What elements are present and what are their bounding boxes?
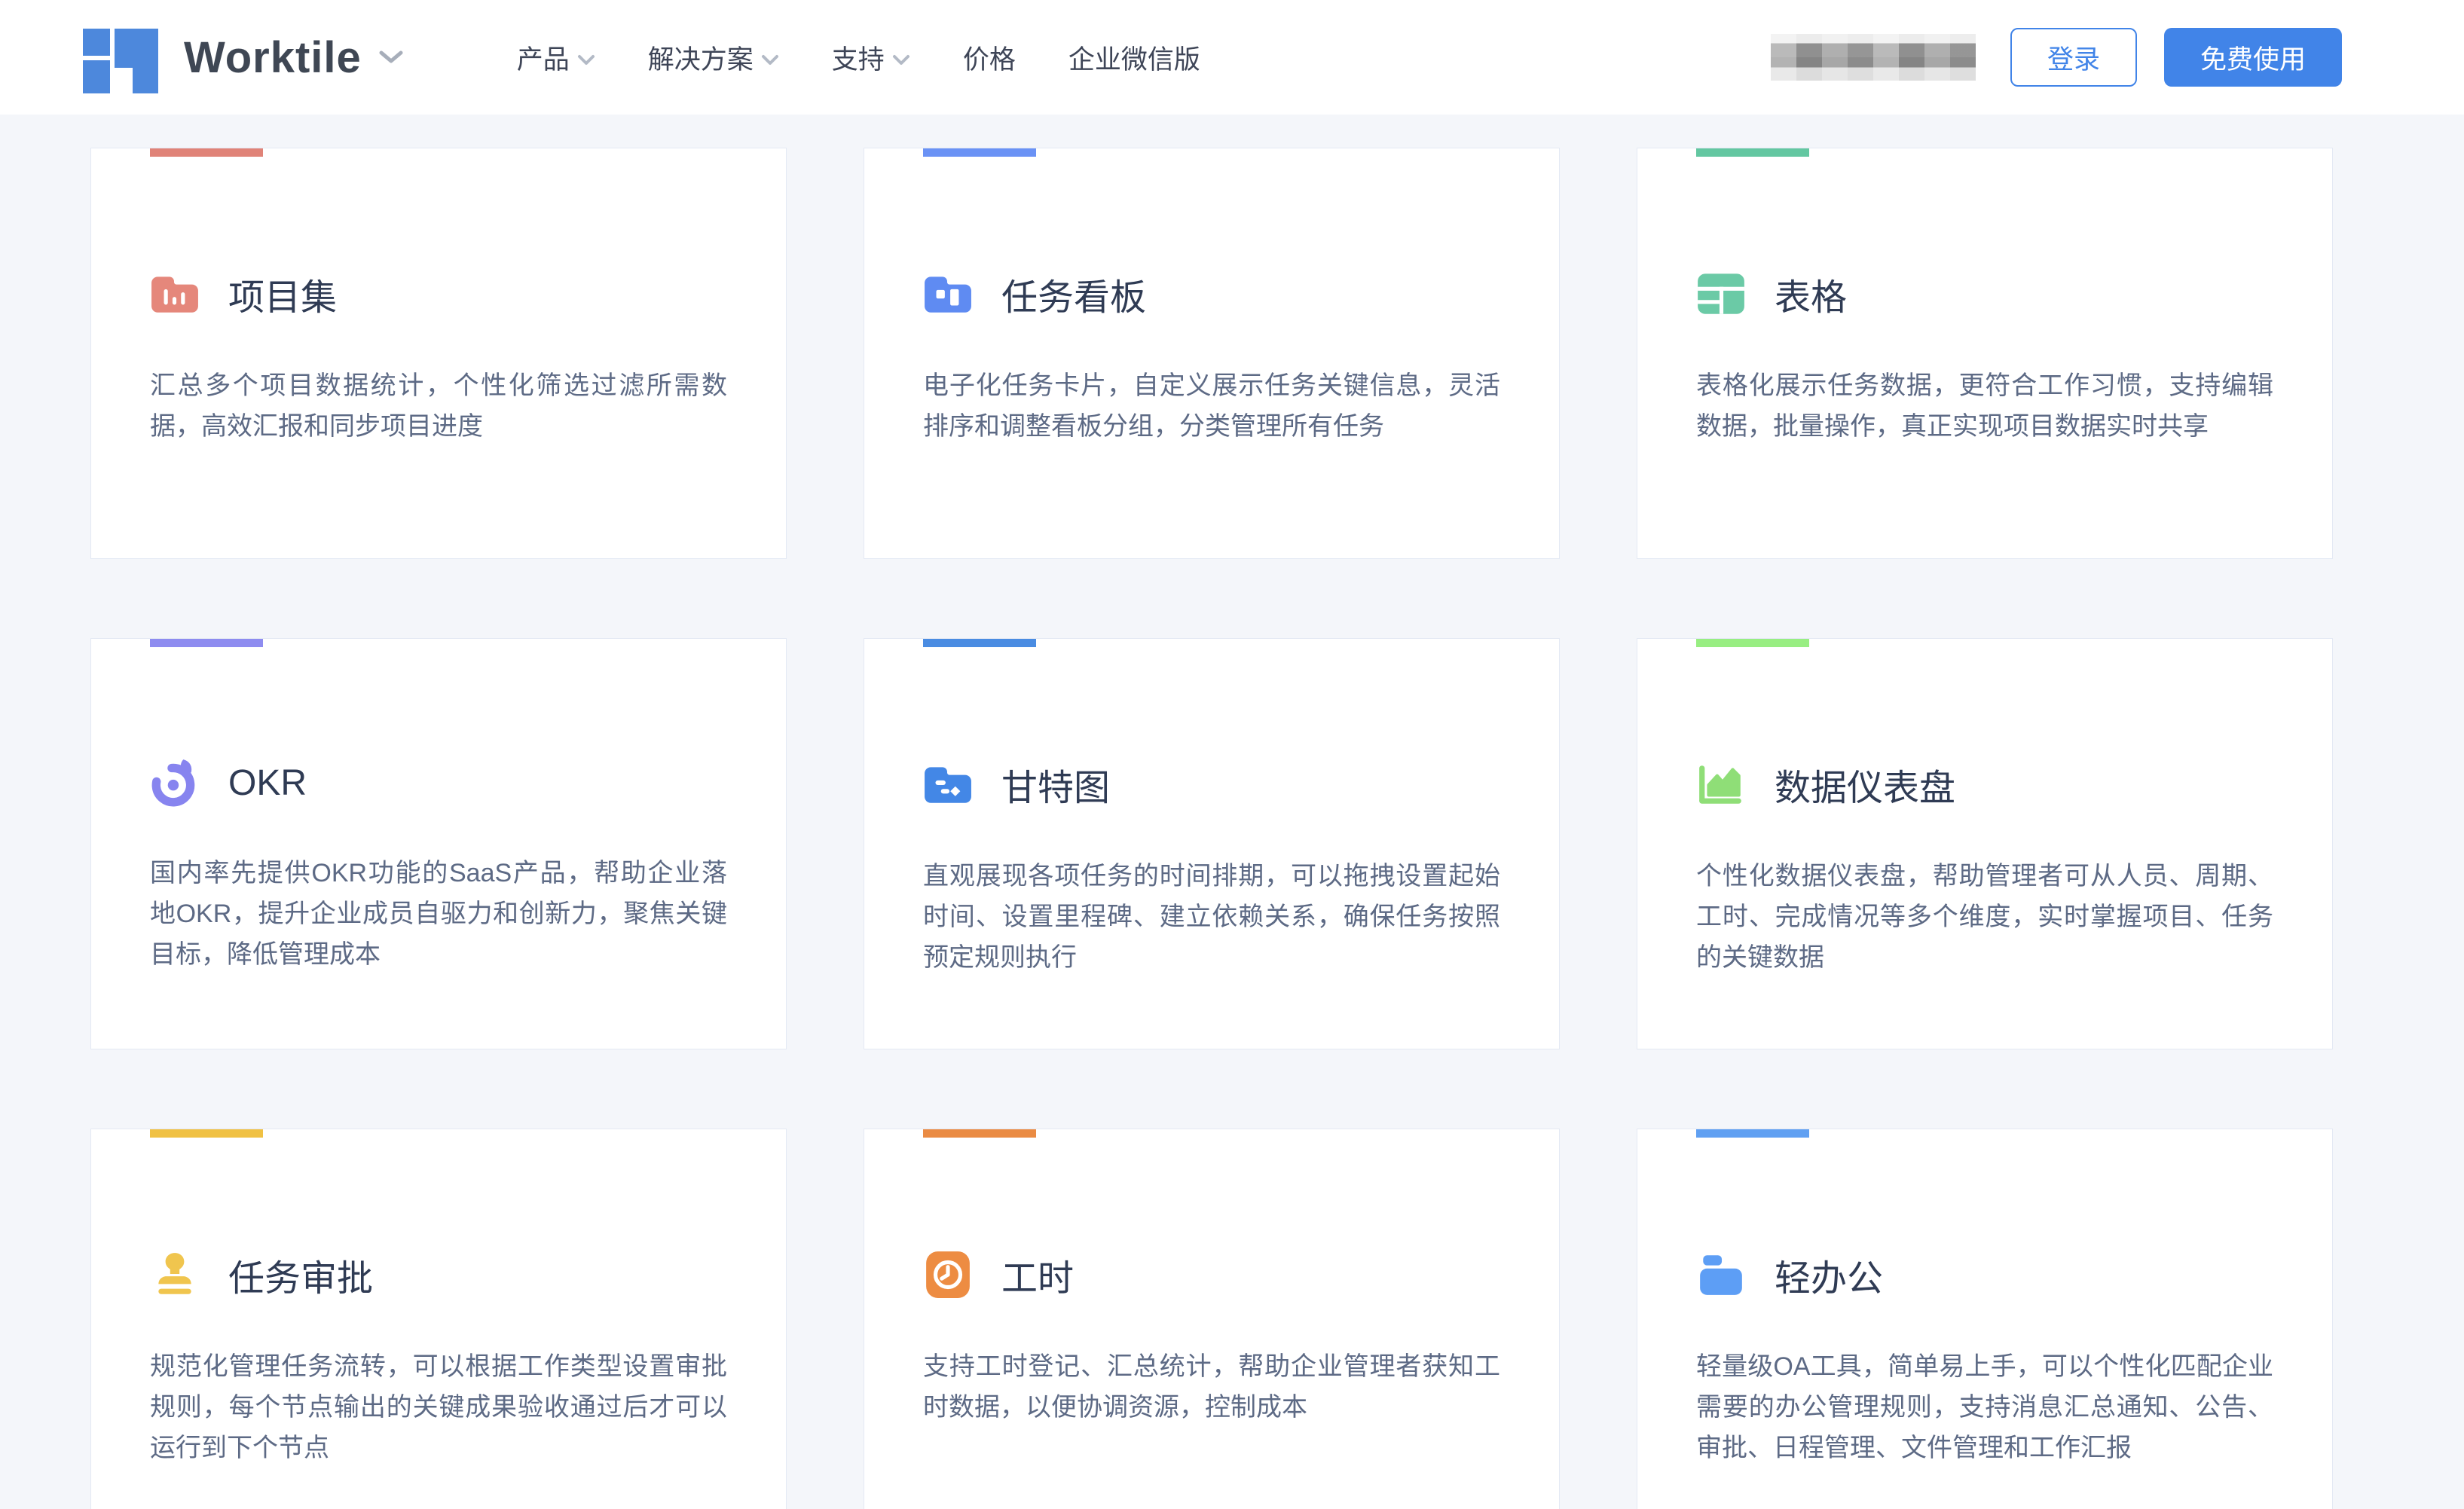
- card-title: 任务看板: [1001, 267, 1146, 320]
- card-title: 数据仪表盘: [1775, 758, 1955, 811]
- nav-item-pricing[interactable]: 价格: [963, 38, 1016, 77]
- folder-chart-icon: [150, 269, 200, 319]
- card-accent-bar: [923, 1129, 1036, 1138]
- main-nav: 产品 解决方案 支持 价格 企业微信版: [517, 38, 1200, 77]
- feature-card-light-office[interactable]: 轻办公 轻量级OA工具，简单易上手，可以个性化匹配企业需要的办公管理规则，支持消…: [1637, 1129, 2333, 1509]
- card-accent-bar: [150, 1129, 263, 1138]
- nav-item-wechat-work[interactable]: 企业微信版: [1068, 38, 1200, 77]
- card-accent-bar: [923, 148, 1036, 157]
- navbar: Worktile 产品 解决方案 支持 价格 企业微信版 登录 免费使用: [0, 0, 2464, 115]
- folder-gantt-icon: [923, 759, 973, 809]
- feature-card-timesheet[interactable]: 工时 支持工时登记、汇总统计，帮助企业管理者获知工时数据，以便协调资源，控制成本: [864, 1129, 1560, 1509]
- feature-card-project-set[interactable]: 项目集 汇总多个项目数据统计，个性化筛选过滤所需数据，高效汇报和同步项目进度: [90, 148, 787, 559]
- card-description: 个性化数据仪表盘，帮助管理者可从人员、周期、工时、完成情况等多个维度，实时掌握项…: [1696, 856, 2273, 978]
- card-description: 轻量级OA工具，简单易上手，可以个性化匹配企业需要的办公管理规则，支持消息汇总通…: [1696, 1346, 2273, 1468]
- nav-item-support[interactable]: 支持: [832, 38, 910, 77]
- card-description: 表格化展示任务数据，更符合工作习惯，支持编辑数据，批量操作，真正实现项目数据实时…: [1696, 365, 2273, 447]
- feature-grid: 项目集 汇总多个项目数据统计，个性化筛选过滤所需数据，高效汇报和同步项目进度 任…: [90, 148, 2464, 1509]
- nav-item-products[interactable]: 产品: [517, 38, 595, 77]
- feature-card-table[interactable]: 表格 表格化展示任务数据，更符合工作习惯，支持编辑数据，批量操作，真正实现项目数…: [1637, 148, 2333, 559]
- card-title: 甘特图: [1001, 758, 1110, 811]
- card-description: 汇总多个项目数据统计，个性化筛选过滤所需数据，高效汇报和同步项目进度: [150, 365, 727, 447]
- card-title: 任务审批: [228, 1248, 373, 1301]
- feature-card-approval[interactable]: 任务审批 规范化管理任务流转，可以根据工作类型设置审批规则，每个节点输出的关键成…: [90, 1129, 787, 1509]
- card-accent-bar: [1696, 639, 1809, 647]
- free-signup-button[interactable]: 免费使用: [2164, 28, 2342, 87]
- navbar-right: 登录 免费使用: [1771, 28, 2342, 87]
- worktile-logo-text: Worktile: [184, 32, 362, 83]
- chevron-down-icon: [892, 42, 910, 72]
- worktile-logo-icon: [83, 20, 158, 95]
- card-description: 支持工时登记、汇总统计，帮助企业管理者获知工时数据，以便协调资源，控制成本: [923, 1346, 1500, 1428]
- login-button[interactable]: 登录: [2010, 28, 2137, 87]
- card-title: 项目集: [228, 267, 337, 320]
- folder-kanban-icon: [923, 269, 973, 319]
- card-title: 表格: [1775, 267, 1847, 320]
- folder-office-icon: [1696, 1250, 1746, 1300]
- card-accent-bar: [1696, 148, 1809, 157]
- stamp-icon: [150, 1250, 200, 1300]
- worktile-logo[interactable]: Worktile: [83, 20, 404, 95]
- feature-card-gantt[interactable]: 甘特图 直观展现各项任务的时间排期，可以拖拽设置起始时间、设置里程碑、建立依赖关…: [864, 638, 1560, 1049]
- clock-icon: [923, 1250, 973, 1300]
- card-description: 直观展现各项任务的时间排期，可以拖拽设置起始时间、设置里程碑、建立依赖关系，确保…: [923, 856, 1500, 978]
- nav-item-solutions[interactable]: 解决方案: [648, 38, 779, 77]
- card-description: 规范化管理任务流转，可以根据工作类型设置审批规则，每个节点输出的关键成果验收通过…: [150, 1346, 727, 1468]
- chevron-down-icon: [761, 42, 779, 72]
- card-title: OKR: [228, 762, 307, 804]
- card-title: 工时: [1001, 1248, 1074, 1301]
- chevron-down-icon: [577, 42, 595, 72]
- card-description: 国内率先提供OKR功能的SaaS产品，帮助企业落地OKR，提升企业成员自驱力和创…: [150, 853, 727, 975]
- chevron-down-icon: [378, 50, 404, 65]
- okr-target-icon: [150, 758, 200, 808]
- feature-card-dashboard[interactable]: 数据仪表盘 个性化数据仪表盘，帮助管理者可从人员、周期、工时、完成情况等多个维度…: [1637, 638, 2333, 1049]
- censored-phone-number: [1771, 34, 1976, 81]
- feature-card-okr[interactable]: OKR 国内率先提供OKR功能的SaaS产品，帮助企业落地OKR，提升企业成员自…: [90, 638, 787, 1049]
- feature-card-kanban[interactable]: 任务看板 电子化任务卡片，自定义展示任务关键信息，灵活排序和调整看板分组，分类管…: [864, 148, 1560, 559]
- card-accent-bar: [923, 639, 1036, 647]
- card-accent-bar: [150, 639, 263, 647]
- card-title: 轻办公: [1775, 1248, 1883, 1301]
- card-accent-bar: [150, 148, 263, 157]
- card-description: 电子化任务卡片，自定义展示任务关键信息，灵活排序和调整看板分组，分类管理所有任务: [923, 365, 1500, 447]
- chart-line-icon: [1696, 759, 1746, 809]
- card-accent-bar: [1696, 1129, 1809, 1138]
- table-icon: [1696, 269, 1746, 319]
